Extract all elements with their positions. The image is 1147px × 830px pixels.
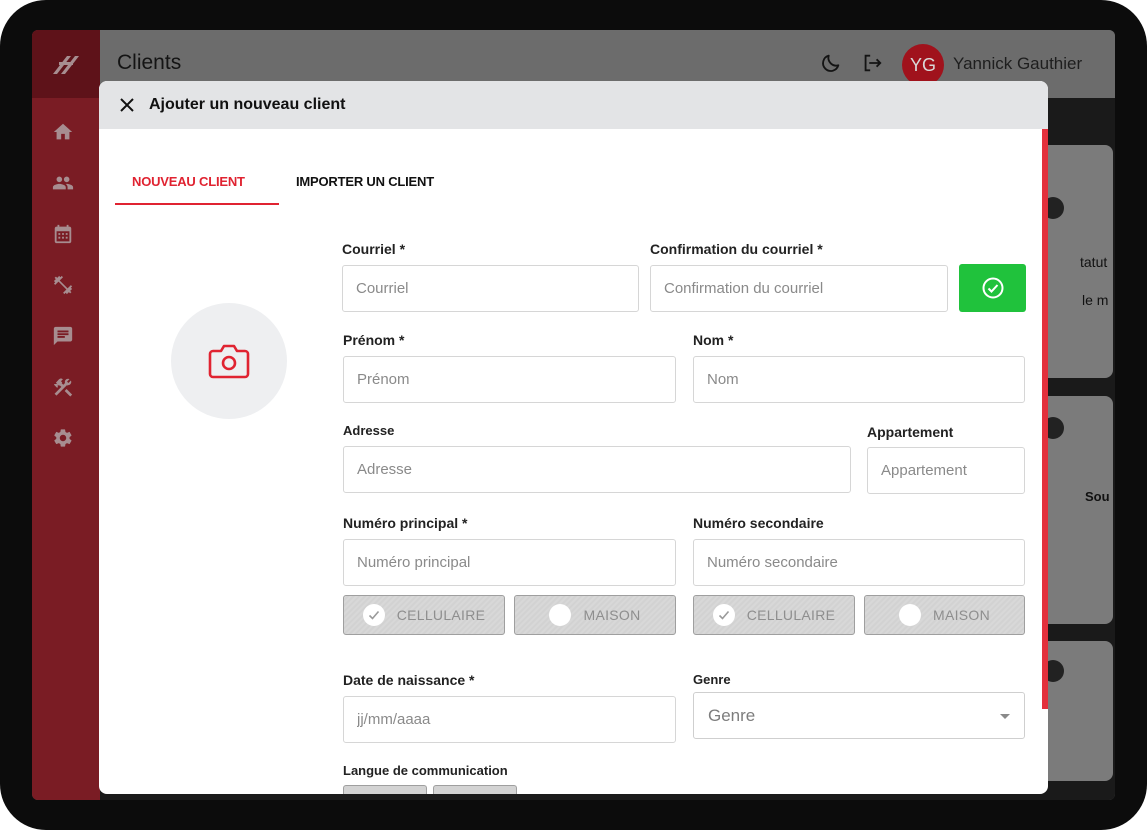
chevron-down-icon [1000, 714, 1010, 719]
language-option[interactable] [343, 785, 427, 794]
sidebar-item-tools[interactable] [51, 375, 75, 399]
close-button[interactable] [119, 97, 135, 113]
tools-icon [53, 378, 73, 397]
avatar[interactable]: YG [902, 44, 944, 86]
tab-import-client[interactable]: IMPORTER UN CLIENT [296, 174, 434, 189]
background-text: le m [1082, 292, 1109, 308]
unchecked-circle-icon [549, 604, 572, 626]
sidebar-item-calendar[interactable] [51, 222, 75, 246]
gender-select[interactable]: Genre [693, 692, 1025, 739]
gear-icon [54, 429, 72, 447]
first-name-field[interactable] [343, 356, 676, 403]
moon-icon [822, 54, 840, 72]
tab-indicator [115, 203, 279, 205]
gender-value: Genre [708, 706, 756, 725]
modal-header: Ajouter un nouveau client [99, 81, 1048, 129]
sidebar-item-home[interactable] [51, 120, 75, 144]
modal-title: Ajouter un nouveau client [149, 96, 346, 113]
app-logo[interactable] [32, 30, 100, 98]
address-field[interactable] [343, 446, 851, 493]
scrollbar[interactable] [1042, 129, 1048, 709]
sidebar [32, 30, 100, 800]
primary-phone-field[interactable] [343, 539, 676, 586]
logo-icon [53, 56, 79, 74]
secondary-home-label: MAISON [932, 607, 991, 623]
first-name-label: Prénom * [343, 332, 405, 348]
chat-icon [53, 326, 73, 346]
primary-home-label: MAISON [583, 607, 641, 623]
photo-upload[interactable] [171, 303, 287, 419]
add-client-modal: Ajouter un nouveau client NOUVEAU CLIENT… [99, 81, 1048, 794]
last-name-label: Nom * [693, 332, 734, 348]
secondary-cell-toggle[interactable]: CELLULAIRE [693, 595, 855, 635]
email-confirm-label: Confirmation du courriel * [650, 241, 823, 257]
secondary-phone-field[interactable] [693, 539, 1025, 586]
email-field[interactable] [342, 265, 639, 312]
sidebar-item-settings[interactable] [51, 426, 75, 450]
secondary-phone-label: Numéro secondaire [693, 515, 824, 531]
checked-circle-icon [712, 604, 735, 626]
dark-mode-toggle[interactable] [820, 52, 842, 79]
checked-circle-icon [362, 604, 385, 626]
close-icon [120, 98, 134, 112]
apartment-label: Appartement [867, 424, 954, 440]
sidebar-item-training[interactable] [51, 273, 75, 297]
language-label: Langue de communication [343, 763, 508, 778]
background-text: tatut [1080, 254, 1108, 270]
apartment-field[interactable] [867, 447, 1025, 494]
gender-label: Genre [693, 672, 731, 687]
email-label: Courriel * [342, 241, 406, 257]
people-icon [52, 176, 74, 190]
language-option[interactable] [433, 785, 517, 794]
verify-email-button[interactable] [959, 264, 1026, 312]
logout-icon [864, 54, 882, 72]
check-circle-icon [982, 277, 1003, 299]
birth-date-label: Date de naissance * [343, 672, 475, 688]
birth-date-field[interactable] [343, 696, 676, 743]
primary-cell-toggle[interactable]: CELLULAIRE [343, 595, 505, 635]
dumbbell-icon [53, 275, 73, 295]
primary-phone-label: Numéro principal * [343, 515, 468, 531]
secondary-home-toggle[interactable]: MAISON [864, 595, 1025, 635]
email-confirm-field[interactable] [650, 265, 948, 312]
sidebar-item-clients[interactable] [51, 171, 75, 195]
sidebar-item-messages[interactable] [51, 324, 75, 348]
home-icon [53, 123, 73, 140]
address-label: Adresse [343, 423, 395, 438]
calendar-icon [54, 224, 72, 244]
primary-home-toggle[interactable]: MAISON [514, 595, 676, 635]
user-name[interactable]: Yannick Gauthier [953, 54, 1082, 74]
background-text: Sou [1085, 489, 1110, 504]
tab-new-client[interactable]: NOUVEAU CLIENT [132, 174, 245, 189]
page-title: Clients [117, 51, 182, 74]
last-name-field[interactable] [693, 356, 1025, 403]
logout-button[interactable] [860, 52, 884, 79]
primary-cell-label: CELLULAIRE [396, 607, 486, 623]
secondary-cell-label: CELLULAIRE [746, 607, 836, 623]
camera-icon [208, 344, 250, 379]
unchecked-circle-icon [898, 604, 921, 626]
